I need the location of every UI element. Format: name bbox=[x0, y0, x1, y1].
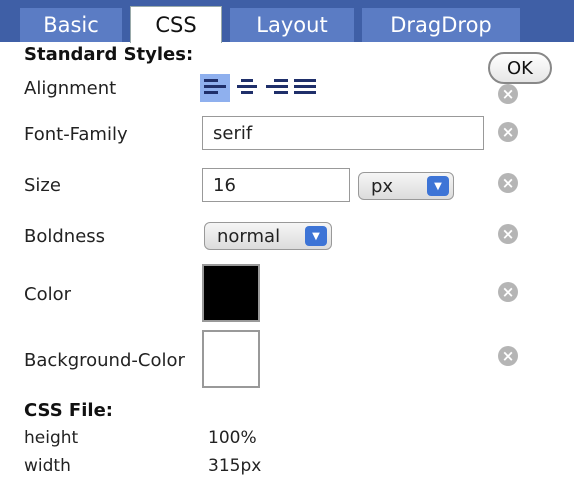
tab-layout[interactable]: Layout bbox=[230, 8, 354, 42]
css-panel bbox=[0, 42, 574, 489]
clear-size-icon[interactable]: × bbox=[498, 173, 518, 193]
boldness-value: normal bbox=[217, 225, 281, 247]
ok-button[interactable]: OK bbox=[488, 52, 552, 84]
font-family-label: Font-Family bbox=[24, 124, 128, 145]
color-swatch[interactable] bbox=[202, 264, 260, 322]
css-key: width bbox=[24, 456, 71, 476]
background-color-swatch[interactable] bbox=[202, 330, 260, 388]
tab-css[interactable]: CSS bbox=[130, 6, 222, 43]
chevron-down-icon: ▼ bbox=[427, 176, 449, 196]
size-unit-value: px bbox=[371, 175, 394, 197]
align-center-icon[interactable] bbox=[232, 74, 262, 102]
boldness-select[interactable]: normal ▼ bbox=[204, 222, 332, 250]
css-key: height bbox=[24, 428, 79, 448]
color-label: Color bbox=[24, 284, 71, 305]
standard-styles-title: Standard Styles: bbox=[24, 44, 194, 65]
clear-background-color-icon[interactable]: × bbox=[498, 346, 518, 366]
align-right-icon[interactable] bbox=[262, 74, 292, 102]
align-justify-icon[interactable] bbox=[290, 74, 320, 102]
clear-alignment-icon[interactable]: × bbox=[498, 84, 518, 104]
css-file-title: CSS File: bbox=[24, 400, 113, 421]
alignment-label: Alignment bbox=[24, 78, 117, 99]
clear-font-family-icon[interactable]: × bbox=[498, 122, 518, 142]
size-unit-select[interactable]: px ▼ bbox=[358, 172, 454, 200]
size-label: Size bbox=[24, 175, 61, 196]
tab-dragdrop[interactable]: DragDrop bbox=[362, 8, 520, 42]
background-color-label: Background-Color bbox=[24, 350, 185, 371]
align-left-icon[interactable] bbox=[200, 74, 230, 102]
font-family-input[interactable]: serif bbox=[202, 116, 484, 150]
css-value: 100% bbox=[208, 428, 257, 448]
css-value: 315px bbox=[208, 456, 262, 476]
tab-basic[interactable]: Basic bbox=[20, 8, 122, 42]
chevron-down-icon: ▼ bbox=[305, 226, 327, 246]
clear-boldness-icon[interactable]: × bbox=[498, 224, 518, 244]
tab-bar: Basic CSS Layout DragDrop bbox=[0, 0, 574, 43]
clear-color-icon[interactable]: × bbox=[498, 282, 518, 302]
size-input[interactable]: 16 bbox=[202, 168, 350, 202]
boldness-label: Boldness bbox=[24, 226, 106, 247]
